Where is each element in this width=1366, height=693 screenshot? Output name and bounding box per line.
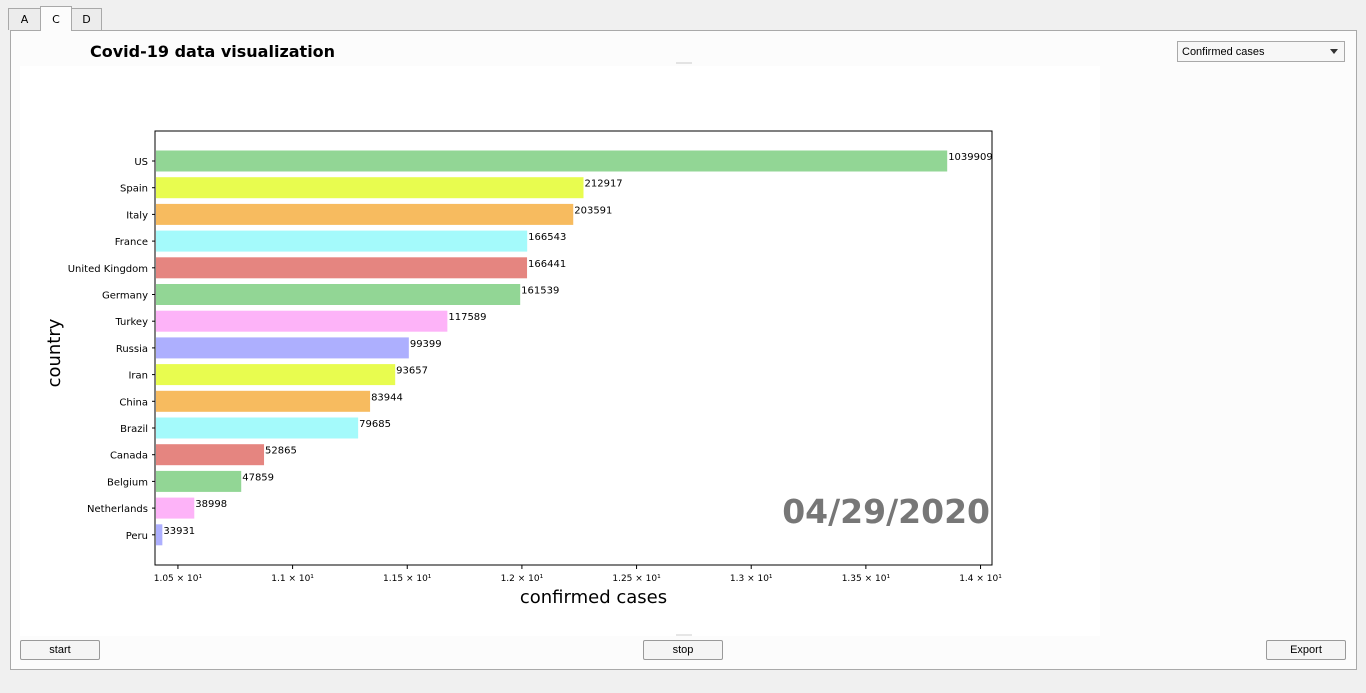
data-label: 161539 [521, 286, 559, 297]
bar-netherlands [156, 497, 195, 519]
y-tick-label: US [134, 157, 148, 168]
bar-italy [156, 203, 574, 225]
x-axis-label: confirmed cases [520, 587, 667, 608]
bar-belgium [156, 470, 242, 492]
export-button[interactable]: Export [1266, 640, 1346, 660]
tab-a[interactable]: A [8, 8, 41, 30]
bar-russia [156, 337, 409, 359]
bar-iran [156, 364, 396, 386]
y-tick-label: Belgium [107, 477, 148, 488]
data-label: 33931 [163, 526, 195, 537]
start-button[interactable]: start [20, 640, 100, 660]
bar-china [156, 390, 371, 412]
data-label: 52865 [265, 446, 297, 457]
y-tick-label: Italy [126, 210, 148, 221]
date-label: 04/29/2020 [782, 492, 990, 531]
data-label: 203591 [574, 205, 612, 216]
chart-canvas: US 1039909 Spain 212917 Italy 203591 France 166… [20, 66, 1100, 636]
tab-bar: A C D [0, 0, 1366, 31]
x-tick-label: 1.05 × 10¹ [154, 574, 203, 584]
splitter-handle-bottom[interactable] [676, 634, 692, 636]
bar-peru [156, 524, 163, 546]
y-tick-label: Spain [120, 184, 148, 195]
y-tick-label: Germany [102, 291, 148, 302]
data-label: 79685 [359, 419, 391, 430]
stop-button[interactable]: stop [643, 640, 723, 660]
bar-brazil [156, 417, 359, 439]
data-label: 99399 [410, 339, 442, 350]
y-tick-label: United Kingdom [68, 264, 148, 275]
x-tick-label: 1.25 × 10¹ [612, 574, 661, 584]
bar-germany [156, 284, 521, 305]
y-tick-label: Netherlands [87, 504, 148, 515]
y-tick-label: Russia [116, 344, 148, 355]
data-label: 93657 [396, 366, 428, 377]
page-title: Covid-19 data visualization [90, 42, 336, 61]
bar-france [156, 230, 528, 252]
y-tick-label: Iran [128, 371, 148, 382]
metric-dropdown[interactable]: Confirmed cases [1177, 41, 1345, 62]
bar-spain [156, 177, 584, 199]
data-label: 38998 [195, 499, 227, 510]
data-label: 166441 [528, 259, 566, 270]
metric-dropdown-value: Confirmed cases [1182, 45, 1265, 58]
y-tick-label: France [115, 237, 148, 248]
y-tick-label: China [119, 397, 148, 408]
bar-chart: US 1039909 Spain 212917 Italy 203591 France 166… [44, 130, 1002, 608]
data-label: 47859 [242, 472, 274, 483]
bar-canada [156, 444, 265, 466]
y-axis-label: country [44, 318, 65, 387]
splitter-handle-top[interactable] [676, 62, 692, 64]
y-tick-label: Brazil [120, 424, 148, 435]
x-tick-label: 1.2 × 10¹ [501, 574, 544, 584]
bar-us [156, 150, 948, 172]
tab-d[interactable]: D [71, 8, 102, 30]
x-tick-label: 1.35 × 10¹ [842, 574, 891, 584]
y-tick-label: Canada [110, 451, 148, 462]
bar-turkey [156, 310, 448, 332]
x-tick-label: 1.4 × 10¹ [959, 574, 1002, 584]
bar-united-kingdom [156, 257, 528, 279]
data-label: 166543 [528, 232, 566, 243]
x-tick-label: 1.1 × 10¹ [271, 574, 314, 584]
chevron-down-icon [1330, 49, 1338, 54]
y-tick-label: Peru [126, 531, 148, 542]
data-label: 83944 [371, 392, 403, 403]
x-tick-label: 1.15 × 10¹ [383, 574, 432, 584]
data-label: 212917 [585, 179, 623, 190]
data-label: 117589 [448, 312, 486, 323]
tab-c[interactable]: C [40, 6, 72, 31]
x-tick-label: 1.3 × 10¹ [730, 574, 773, 584]
y-tick-label: Turkey [114, 317, 148, 328]
data-label: 1039909 [948, 152, 993, 163]
